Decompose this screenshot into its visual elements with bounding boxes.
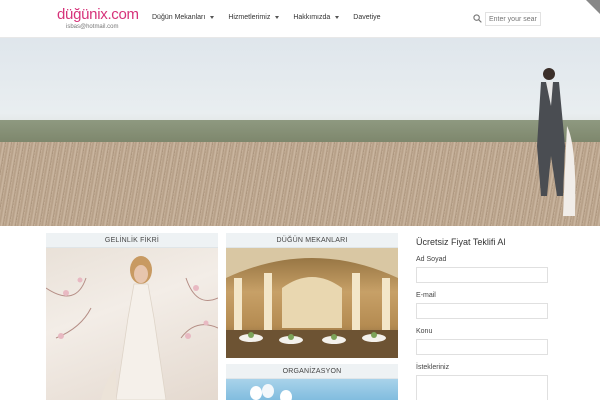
logo-email: isbas@hotmail.com: [66, 24, 119, 30]
email-field[interactable]: [416, 303, 548, 319]
form-label: E-mail: [416, 292, 436, 299]
search-icon[interactable]: [473, 14, 482, 23]
chevron-down-icon: [335, 16, 340, 19]
card-dugun-mekanlari[interactable]: DÜĞÜN MEKANLARI ORGANİZASYON: [226, 233, 398, 400]
nav-item-label: Davetiye: [353, 14, 381, 21]
venue-illustration: [226, 248, 398, 358]
chevron-down-icon: [275, 16, 280, 19]
bride-image[interactable]: [46, 248, 218, 400]
form-label: Konu: [416, 328, 433, 335]
nav-item-dugun-mekanlari[interactable]: Düğün Mekanları: [152, 14, 215, 21]
form-title: Ücretsiz Fiyat Teklifi Al: [416, 237, 506, 247]
site-header: düğünix.com isbas@hotmail.com Düğün Meka…: [0, 0, 600, 38]
chevron-down-icon: [210, 16, 215, 19]
card-title: DÜĞÜN MEKANLARI: [226, 233, 398, 248]
nav-item-davetiye[interactable]: Davetiye: [353, 14, 380, 21]
organizasyon-image[interactable]: [226, 379, 398, 400]
main-nav: Düğün Mekanları Hizmetlerimiz Hakkımızda…: [152, 14, 395, 21]
venue-image[interactable]: [226, 248, 398, 358]
balloons-illustration: [250, 384, 292, 400]
hero-banner: [0, 38, 600, 226]
form-label: Ad Soyad: [416, 256, 447, 263]
card-gelinlik[interactable]: GELİNLİK FİKRİ: [46, 233, 218, 400]
nav-item-label: Hakkımızda: [293, 14, 331, 21]
subject-field[interactable]: [416, 339, 548, 355]
page: düğünix.com isbas@hotmail.com Düğün Meka…: [0, 0, 600, 400]
nav-item-label: Düğün Mekanları: [152, 14, 206, 21]
nav-item-label: Hizmetlerimiz: [228, 14, 271, 21]
requests-field[interactable]: [416, 375, 548, 400]
bride-illustration: [46, 256, 218, 400]
search-input[interactable]: [485, 12, 541, 26]
hero-field: [0, 142, 600, 226]
name-field[interactable]: [416, 267, 548, 283]
nav-item-hizmetlerimiz[interactable]: Hizmetlerimiz: [228, 14, 280, 21]
quote-form: Ücretsiz Fiyat Teklifi Al Ad Soyad E-mai…: [416, 237, 556, 400]
nav-item-hakkimizda[interactable]: Hakkımızda: [293, 14, 340, 21]
card-title-organizasyon[interactable]: ORGANİZASYON: [226, 364, 398, 379]
site-logo[interactable]: düğünix.com: [57, 6, 139, 23]
groom-figure: [537, 68, 576, 216]
card-title: GELİNLİK FİKRİ: [46, 233, 218, 248]
corner-fold: [586, 0, 600, 14]
form-label: İstekleriniz: [416, 364, 450, 371]
